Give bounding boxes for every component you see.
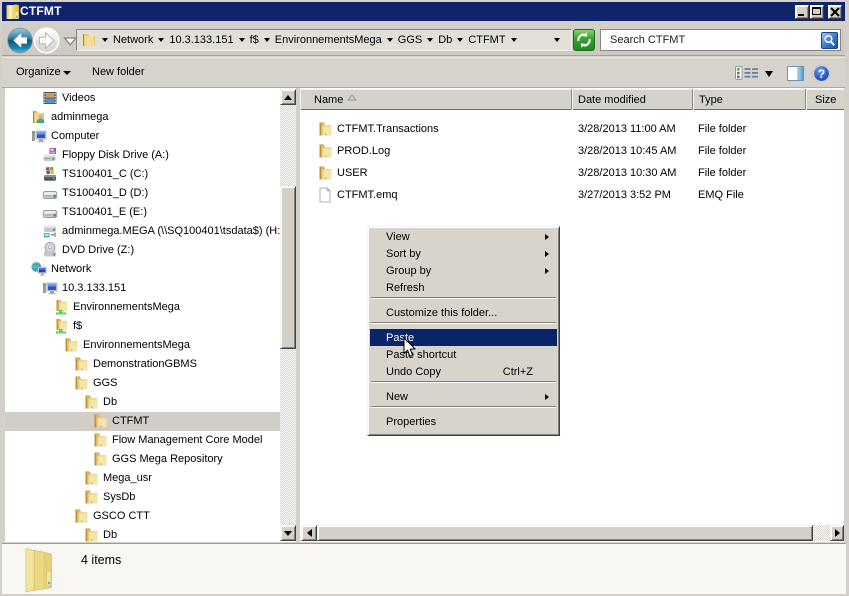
svg-text:?: ? [818, 67, 825, 81]
